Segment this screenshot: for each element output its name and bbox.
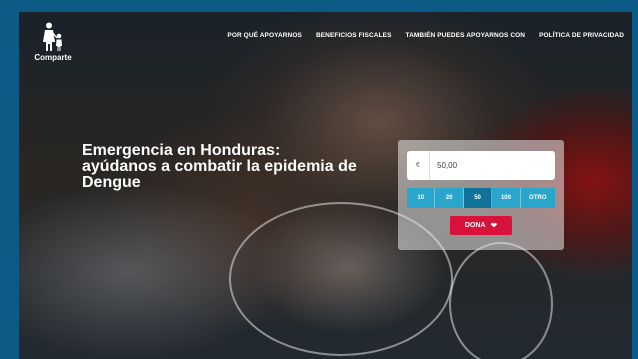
- amount-option-50[interactable]: 50: [463, 188, 493, 208]
- nav-item-por-que-apoyarnos[interactable]: POR QUÉ APOYARNOS: [227, 32, 302, 39]
- hero-section: Comparte POR QUÉ APOYARNOS BENEFICIOS FI…: [19, 12, 632, 359]
- headline-line-2: ayúdanos a combatir la epidemia de: [82, 158, 357, 175]
- page-title: Emergencia en Honduras: ayúdanos a comba…: [82, 143, 382, 191]
- brand-name: Comparte: [34, 53, 72, 62]
- headline-line-3: Dengue: [82, 174, 141, 191]
- brand-logo[interactable]: Comparte: [31, 22, 75, 70]
- donation-widget: € 50,00 10 20 50 100 OTRO DONA ❤: [398, 140, 564, 250]
- amount-options: 10 20 50 100 OTRO: [407, 188, 555, 208]
- family-icon: [43, 22, 62, 51]
- amount-option-otro[interactable]: OTRO: [520, 188, 555, 208]
- donate-button-label: DONA: [464, 222, 486, 229]
- main-nav: POR QUÉ APOYARNOS BENEFICIOS FISCALES TA…: [227, 32, 624, 39]
- iv-tube-decoration: [449, 242, 553, 359]
- amount-value[interactable]: 50,00: [430, 161, 457, 170]
- amount-option-20[interactable]: 20: [435, 188, 464, 208]
- headline-line-1: Emergencia en Honduras:: [82, 142, 281, 159]
- nav-item-beneficios-fiscales[interactable]: BENEFICIOS FISCALES: [316, 32, 392, 39]
- donate-button[interactable]: DONA ❤: [450, 216, 512, 235]
- nav-item-tambien-puedes-apoyarnos[interactable]: TAMBIÉN PUEDES APOYARNOS CON: [406, 32, 526, 39]
- heart-icon: ❤: [490, 220, 498, 230]
- amount-option-10[interactable]: 10: [407, 188, 436, 208]
- nav-item-politica-de-privacidad[interactable]: POLÍTICA DE PRIVACIDAD: [539, 32, 624, 39]
- currency-symbol: €: [407, 151, 430, 180]
- amount-option-100[interactable]: 100: [492, 188, 521, 208]
- amount-input[interactable]: € 50,00: [407, 151, 555, 180]
